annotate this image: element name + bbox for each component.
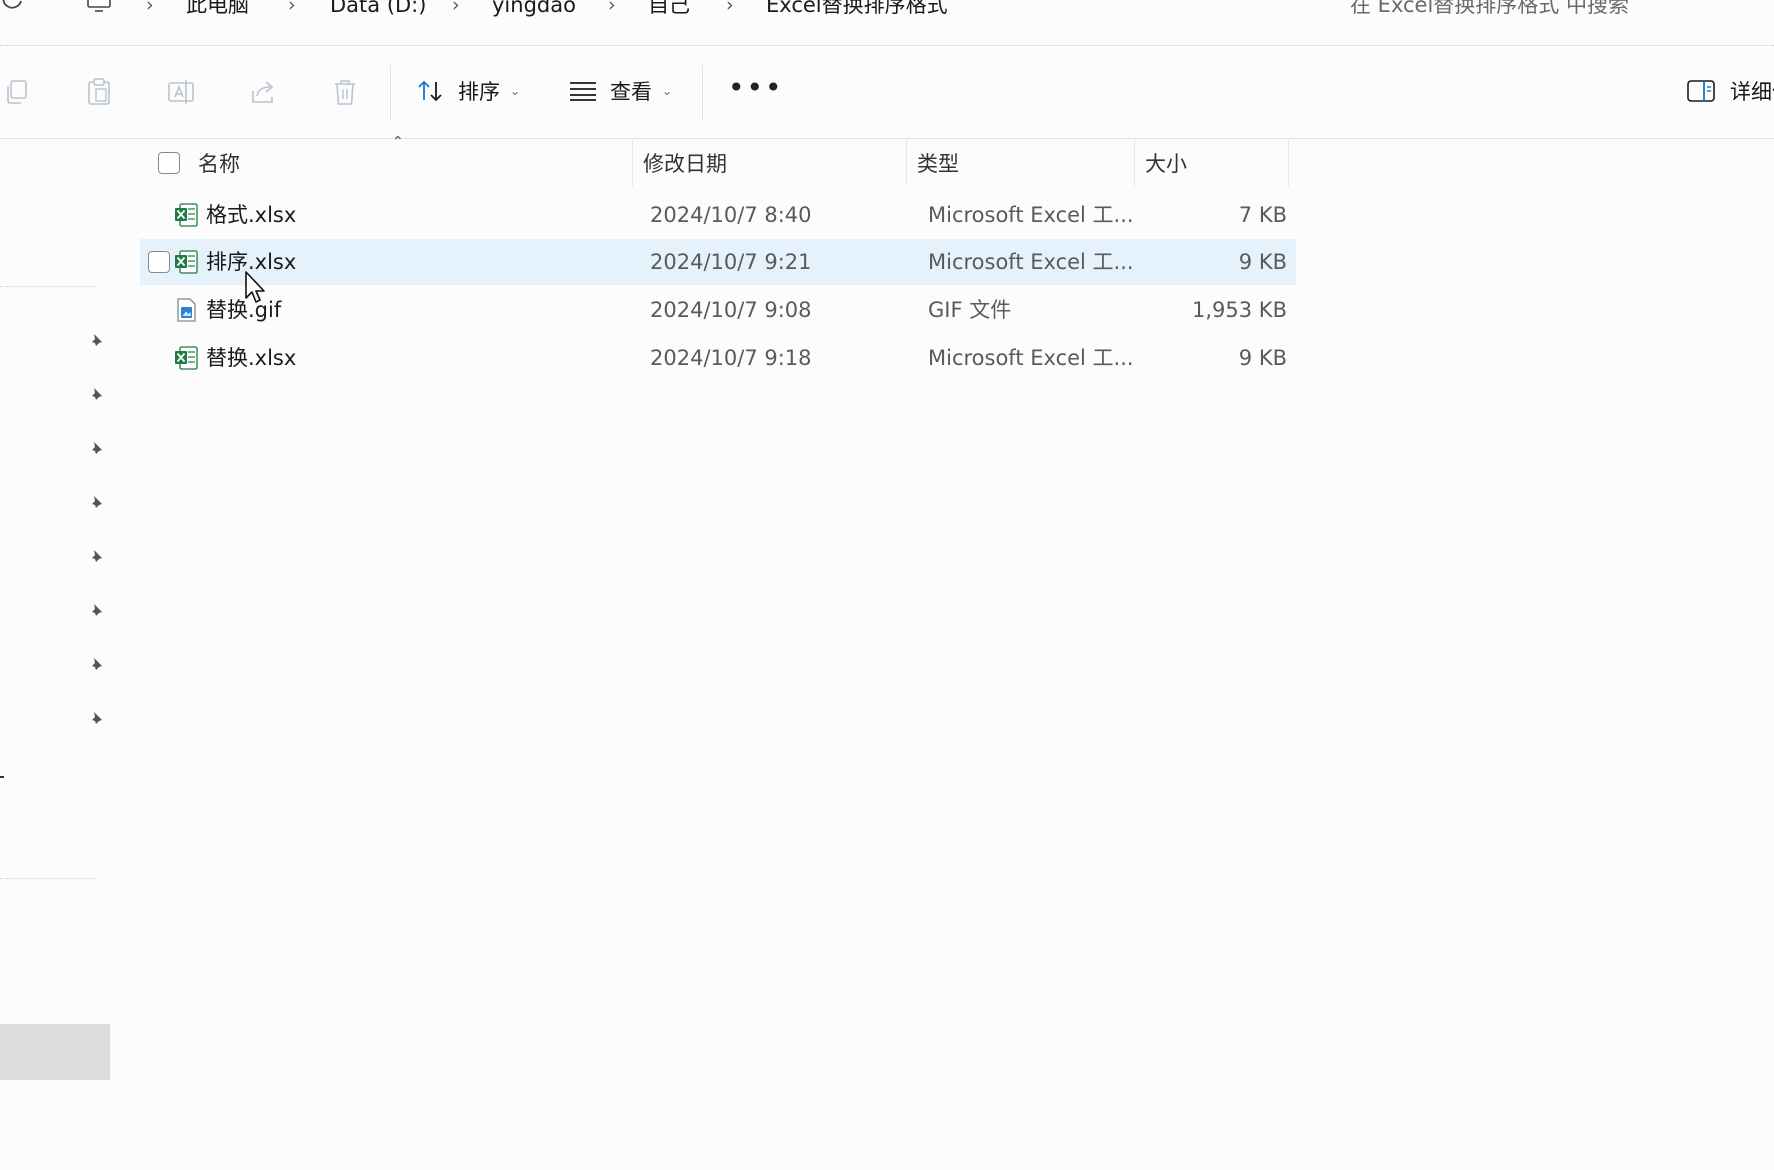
excel-file-icon xyxy=(174,202,198,228)
view-button[interactable]: 查看 ⌄ xyxy=(568,69,672,113)
sort-button[interactable]: 排序 ⌄ xyxy=(416,69,520,113)
breadcrumb-separator-icon[interactable]: › xyxy=(608,0,616,18)
file-row[interactable]: 格式.xlsx 2024/10/7 8:40 Microsoft Excel 工… xyxy=(140,192,1296,238)
view-list-icon xyxy=(570,82,596,101)
breadcrumb-separator-icon[interactable]: › xyxy=(726,0,734,18)
toolbar-divider xyxy=(390,65,391,121)
view-label: 查看 xyxy=(610,80,652,104)
file-size: 9 KB xyxy=(1238,346,1287,370)
pin-icon[interactable] xyxy=(86,548,106,568)
sort-ascending-icon: ⌃ xyxy=(392,134,404,150)
chevron-down-icon: ⌄ xyxy=(662,84,673,98)
rename-icon[interactable] xyxy=(166,77,196,107)
file-date: 2024/10/7 9:21 xyxy=(650,250,812,274)
column-divider[interactable] xyxy=(632,140,633,186)
breadcrumb-this-pc[interactable]: 此电脑 xyxy=(186,0,249,18)
file-size: 1,953 KB xyxy=(1192,298,1287,322)
breadcrumb-current-folder[interactable]: Excel替换排序格式 xyxy=(766,0,948,18)
more-options-button[interactable]: ••• xyxy=(728,71,784,104)
command-bar: 排序 ⌄ 查看 ⌄ ••• 详细信息 xyxy=(0,47,1774,139)
column-divider[interactable] xyxy=(906,140,907,186)
select-all-checkbox[interactable] xyxy=(158,152,180,174)
details-pane-button[interactable]: 详细信息 xyxy=(1686,69,1774,113)
details-label: 详细信息 xyxy=(1730,80,1774,104)
file-date: 2024/10/7 9:08 xyxy=(650,298,812,322)
search-input[interactable]: 在 Excel替换排序格式 中搜索 xyxy=(1350,0,1629,18)
column-header-name[interactable]: 名称 xyxy=(198,140,240,186)
pin-icon[interactable] xyxy=(86,602,106,622)
paste-icon[interactable] xyxy=(84,77,114,107)
pin-icon[interactable] xyxy=(86,656,106,676)
pin-icon[interactable] xyxy=(86,386,106,406)
navigation-pane xyxy=(0,140,110,1170)
file-date: 2024/10/7 8:40 xyxy=(650,203,812,227)
sort-label: 排序 xyxy=(458,80,500,104)
refresh-icon[interactable] xyxy=(0,0,26,12)
column-divider[interactable] xyxy=(1134,140,1135,186)
pin-icon[interactable] xyxy=(86,710,106,730)
nav-expand-marker xyxy=(0,776,4,778)
breadcrumb-separator-icon[interactable]: › xyxy=(288,0,296,18)
details-pane-icon xyxy=(1687,80,1715,102)
excel-file-icon xyxy=(174,345,198,371)
delete-icon[interactable] xyxy=(330,77,360,107)
file-type: Microsoft Excel 工... xyxy=(928,250,1134,274)
file-row[interactable]: 替换.xlsx 2024/10/7 9:18 Microsoft Excel 工… xyxy=(140,335,1296,381)
sort-icon xyxy=(418,80,442,102)
column-header-size[interactable]: 大小 xyxy=(1145,140,1187,186)
breadcrumb-separator-icon[interactable]: › xyxy=(146,0,154,18)
breadcrumb-yingdao[interactable]: yingdao xyxy=(492,0,576,18)
nav-divider xyxy=(0,878,96,879)
toolbar-divider xyxy=(702,65,703,121)
mouse-pointer-icon xyxy=(244,270,270,306)
pin-icon[interactable] xyxy=(86,332,106,352)
file-type: Microsoft Excel 工... xyxy=(928,203,1134,227)
excel-file-icon xyxy=(174,249,198,275)
file-name[interactable]: 替换.xlsx xyxy=(206,335,296,381)
breadcrumb-ziji[interactable]: 自己 xyxy=(648,0,690,18)
nav-divider xyxy=(0,286,96,287)
address-bar: › 此电脑 › Data (D:) › yingdao › 自己 › Excel… xyxy=(0,0,1774,46)
breadcrumb-data-drive[interactable]: Data (D:) xyxy=(330,0,426,18)
file-date: 2024/10/7 9:18 xyxy=(650,346,812,370)
column-divider[interactable] xyxy=(1288,140,1289,186)
breadcrumb-separator-icon[interactable]: › xyxy=(452,0,460,18)
file-size: 7 KB xyxy=(1238,203,1287,227)
row-checkbox[interactable] xyxy=(148,251,170,273)
file-row[interactable]: 替换.gif 2024/10/7 9:08 GIF 文件 1,953 KB xyxy=(140,287,1296,333)
pin-icon[interactable] xyxy=(86,440,106,460)
file-type: Microsoft Excel 工... xyxy=(928,346,1134,370)
file-row[interactable]: 排序.xlsx 2024/10/7 9:21 Microsoft Excel 工… xyxy=(140,239,1296,285)
chevron-down-icon: ⌄ xyxy=(510,84,521,98)
file-name[interactable]: 格式.xlsx xyxy=(206,192,296,238)
gif-file-icon xyxy=(174,297,198,323)
this-pc-icon[interactable] xyxy=(86,0,112,14)
nav-scrollbar-thumb[interactable] xyxy=(0,1024,110,1080)
column-header-date[interactable]: 修改日期 xyxy=(643,140,727,186)
file-type: GIF 文件 xyxy=(928,298,1012,322)
share-icon[interactable] xyxy=(248,77,278,107)
copy-icon[interactable] xyxy=(2,77,32,107)
column-header-type[interactable]: 类型 xyxy=(917,140,959,186)
file-size: 9 KB xyxy=(1238,250,1287,274)
pin-icon[interactable] xyxy=(86,494,106,514)
